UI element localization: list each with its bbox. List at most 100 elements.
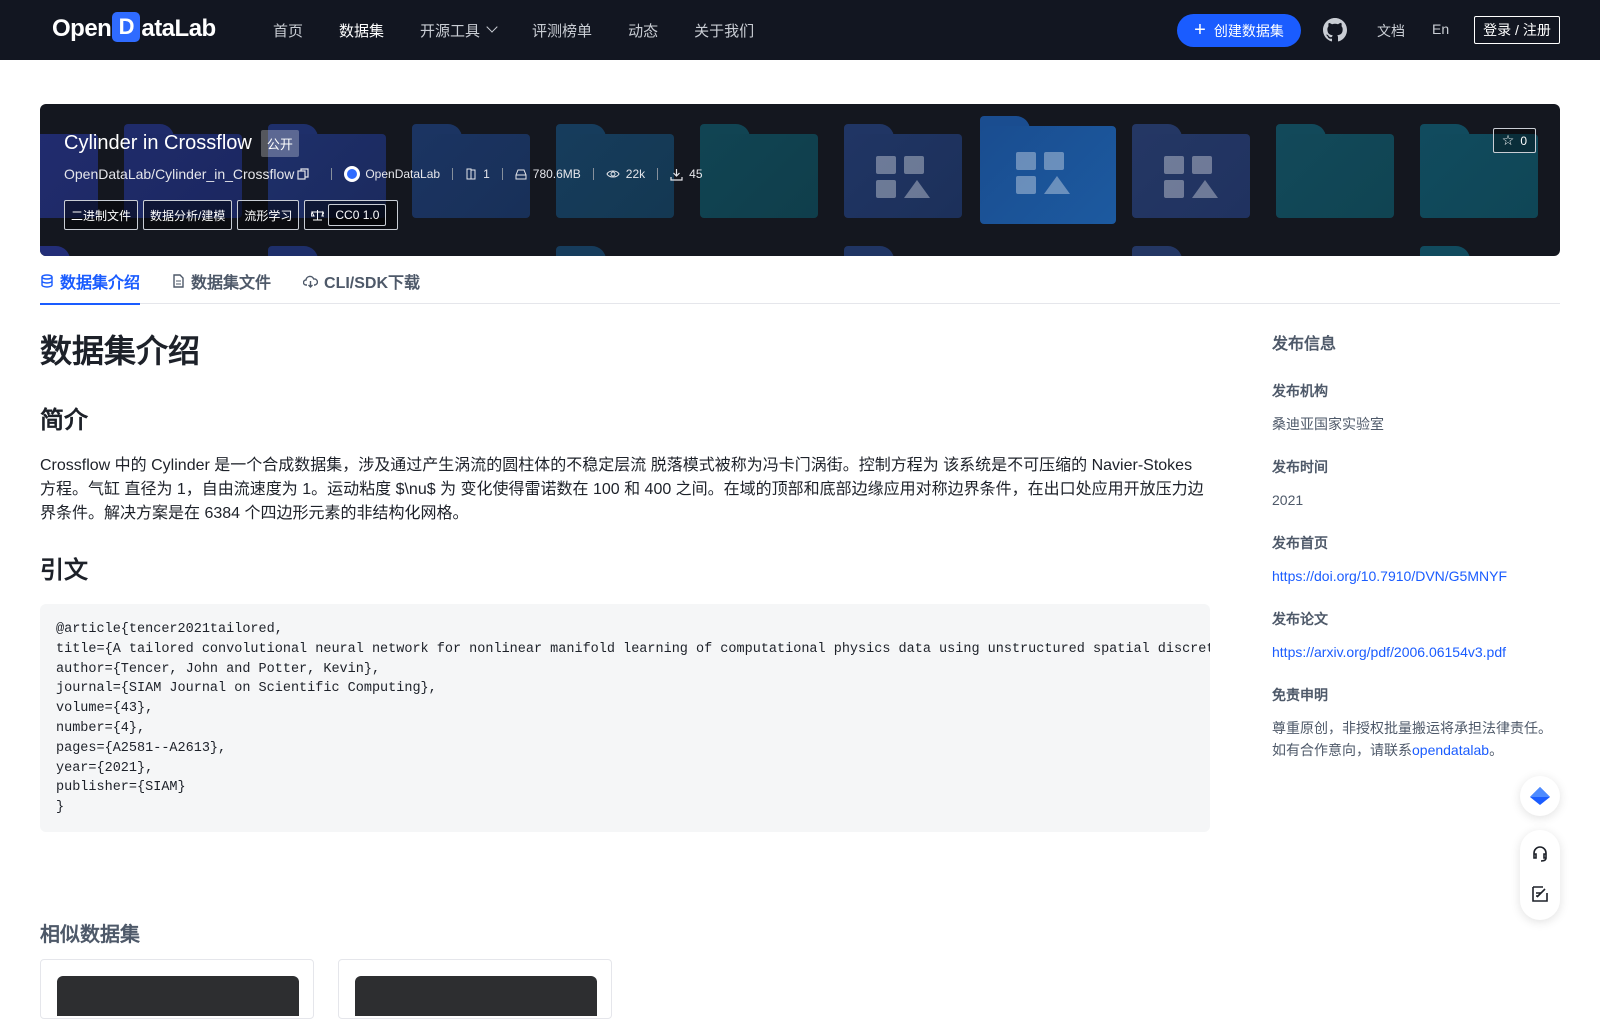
create-dataset-button[interactable]: + 创建数据集 <box>1177 14 1301 47</box>
file-count-value: 1 <box>483 167 490 181</box>
dataset-size: 780.6MB <box>515 167 581 181</box>
similar-dataset-card[interactable] <box>40 959 314 1019</box>
publish-info-title: 发布信息 <box>1272 336 1337 353</box>
visibility-badge: 公开 <box>260 130 299 157</box>
decorative-folder-tile <box>1132 246 1250 256</box>
meta-divider <box>452 168 454 180</box>
decorative-folder-tile <box>1420 246 1538 256</box>
repo-path: OpenDataLab/Cylinder_in_Crossflow <box>64 166 309 182</box>
headset-icon[interactable] <box>1530 844 1550 864</box>
file-count-icon <box>466 168 476 180</box>
dataset-hero-banner: Cylinder in Crossflow 公开 OpenDataLab/Cyl… <box>40 104 1560 256</box>
download-count: 45 <box>670 167 703 181</box>
dataset-tabs: 数据集介绍 数据集文件 CLI/SDK下载 <box>40 258 1560 305</box>
assistant-button[interactable] <box>1520 776 1560 816</box>
citation-code-block[interactable]: @article{tencer2021tailored, title={A ta… <box>40 604 1210 832</box>
create-dataset-label: 创建数据集 <box>1213 22 1284 39</box>
chevron-down-icon <box>486 21 498 33</box>
database-icon <box>41 274 53 288</box>
meta-divider <box>331 168 333 180</box>
meta-divider <box>592 168 594 180</box>
document-icon <box>173 274 184 288</box>
scale-icon <box>311 210 325 221</box>
tab-dataset-intro-label: 数据集介绍 <box>60 275 141 292</box>
paper-link[interactable]: https://arxiv.org/pdf/2006.06154v3.pdf <box>1272 641 1562 663</box>
disclaimer-line-2: 如有合作意向，请联系opendatalab。 <box>1272 739 1562 761</box>
cloud-icon <box>303 275 319 288</box>
similar-datasets-heading: 相似数据集 <box>40 924 140 946</box>
disclaimer-prefix: 如有合作意向，请联系 <box>1272 742 1412 758</box>
main-nav: 首页 数据集 开源工具 评测榜单 动态 关于我们 <box>273 0 790 60</box>
similar-dataset-card[interactable] <box>338 959 612 1019</box>
logo-d-mark: D <box>112 12 141 42</box>
top-navigation-bar: Open D ataLab 首页 数据集 开源工具 评测榜单 动态 关于我们 +… <box>0 0 1600 60</box>
tab-dataset-intro[interactable]: 数据集介绍 <box>40 258 141 305</box>
citation-heading: 引文 <box>40 557 88 584</box>
plus-icon: + <box>1194 18 1206 41</box>
edit-icon[interactable] <box>1530 884 1550 904</box>
logo-text-open: Open <box>52 15 112 42</box>
repo-path-text: OpenDataLab/Cylinder_in_Crossflow <box>64 166 295 182</box>
tag-data-analysis[interactable]: 数据分析/建模 <box>143 200 233 230</box>
disclaimer-text: 尊重原创，非授权批量搬运将承担法律责任。 如有合作意向，请联系opendatal… <box>1272 717 1562 761</box>
decorative-folder-tile <box>700 124 818 218</box>
license-text: CC0 1.0 <box>328 204 387 226</box>
publisher-label: 发布机构 <box>1272 383 1328 399</box>
docs-link[interactable]: 文档 <box>1377 21 1405 41</box>
nav-leaderboard[interactable]: 评测榜单 <box>532 20 592 41</box>
publisher-value: 桑迪亚国家实验室 <box>1272 416 1384 432</box>
publish-time-value: 2021 <box>1272 492 1304 508</box>
homepage-link[interactable]: https://doi.org/10.7910/DVN/G5MNYF <box>1272 565 1562 587</box>
login-register-button[interactable]: 登录 / 注册 <box>1474 16 1560 44</box>
dataset-tags: 二进制文件 数据分析/建模 流形学习 CC0 1.0 <box>64 200 403 230</box>
org-link[interactable]: OpenDataLab <box>344 166 440 182</box>
decorative-folder-tile <box>1132 124 1250 218</box>
star-count: 0 <box>1520 133 1527 148</box>
nav-open-tools[interactable]: 开源工具 <box>420 20 498 41</box>
feather-icon <box>1530 787 1550 805</box>
decorative-folder-tile <box>844 124 962 218</box>
tab-dataset-files[interactable]: 数据集文件 <box>172 258 271 304</box>
decorative-folder-tile <box>556 246 674 256</box>
logo-text-atalab: ataLab <box>141 15 216 42</box>
nav-news[interactable]: 动态 <box>628 20 658 41</box>
nav-about[interactable]: 关于我们 <box>694 20 754 41</box>
tab-cli-sdk-download-label: CLI/SDK下载 <box>324 275 421 292</box>
tag-manifold-learning[interactable]: 流形学习 <box>237 200 300 230</box>
contact-link[interactable]: opendatalab <box>1412 742 1489 758</box>
dataset-meta-row: OpenDataLab/Cylinder_in_Crossflow OpenDa… <box>64 166 703 182</box>
decorative-folder-tile <box>40 246 138 256</box>
dataset-title-row: Cylinder in Crossflow 公开 <box>64 130 299 157</box>
decorative-folder-tile <box>1276 124 1394 218</box>
eye-icon <box>606 170 620 178</box>
dataset-size-value: 780.6MB <box>532 167 581 181</box>
decorative-folder-tile <box>844 246 962 256</box>
publish-info-sidebar: 发布信息 发布机构 桑迪亚国家实验室 发布时间 2021 发布首页 https:… <box>1272 330 1562 761</box>
github-icon[interactable] <box>1323 18 1347 42</box>
paper-label: 发布论文 <box>1272 611 1328 627</box>
disk-icon <box>515 169 527 180</box>
decorative-folder-tile <box>980 116 1116 224</box>
tag-binary-file[interactable]: 二进制文件 <box>64 200 139 230</box>
star-button[interactable]: ☆ 0 <box>1492 128 1536 153</box>
file-count: 1 <box>465 167 490 181</box>
opendatalab-logo[interactable]: Open D ataLab <box>52 12 216 44</box>
floating-action-group <box>1520 830 1560 920</box>
download-icon <box>670 168 683 181</box>
license-tag[interactable]: CC0 1.0 <box>304 200 399 230</box>
view-count: 22k <box>606 167 645 181</box>
tab-dataset-files-label: 数据集文件 <box>191 275 272 292</box>
tab-cli-sdk-download[interactable]: CLI/SDK下载 <box>303 258 420 304</box>
org-avatar <box>344 166 361 182</box>
copy-icon[interactable] <box>297 168 309 180</box>
publish-time-label: 发布时间 <box>1272 459 1328 475</box>
nav-datasets[interactable]: 数据集 <box>339 20 384 41</box>
nav-home[interactable]: 首页 <box>273 20 303 41</box>
similar-dataset-thumbnail <box>355 976 597 1016</box>
homepage-label: 发布首页 <box>1272 535 1328 551</box>
download-count-value: 45 <box>689 167 703 181</box>
org-name: OpenDataLab <box>365 167 441 181</box>
similar-dataset-thumbnail <box>57 976 299 1016</box>
intro-paragraph: Crossflow 中的 Cylinder 是一个合成数据集，涉及通过产生涡流的… <box>40 457 1204 522</box>
language-switch[interactable]: En <box>1432 21 1449 37</box>
